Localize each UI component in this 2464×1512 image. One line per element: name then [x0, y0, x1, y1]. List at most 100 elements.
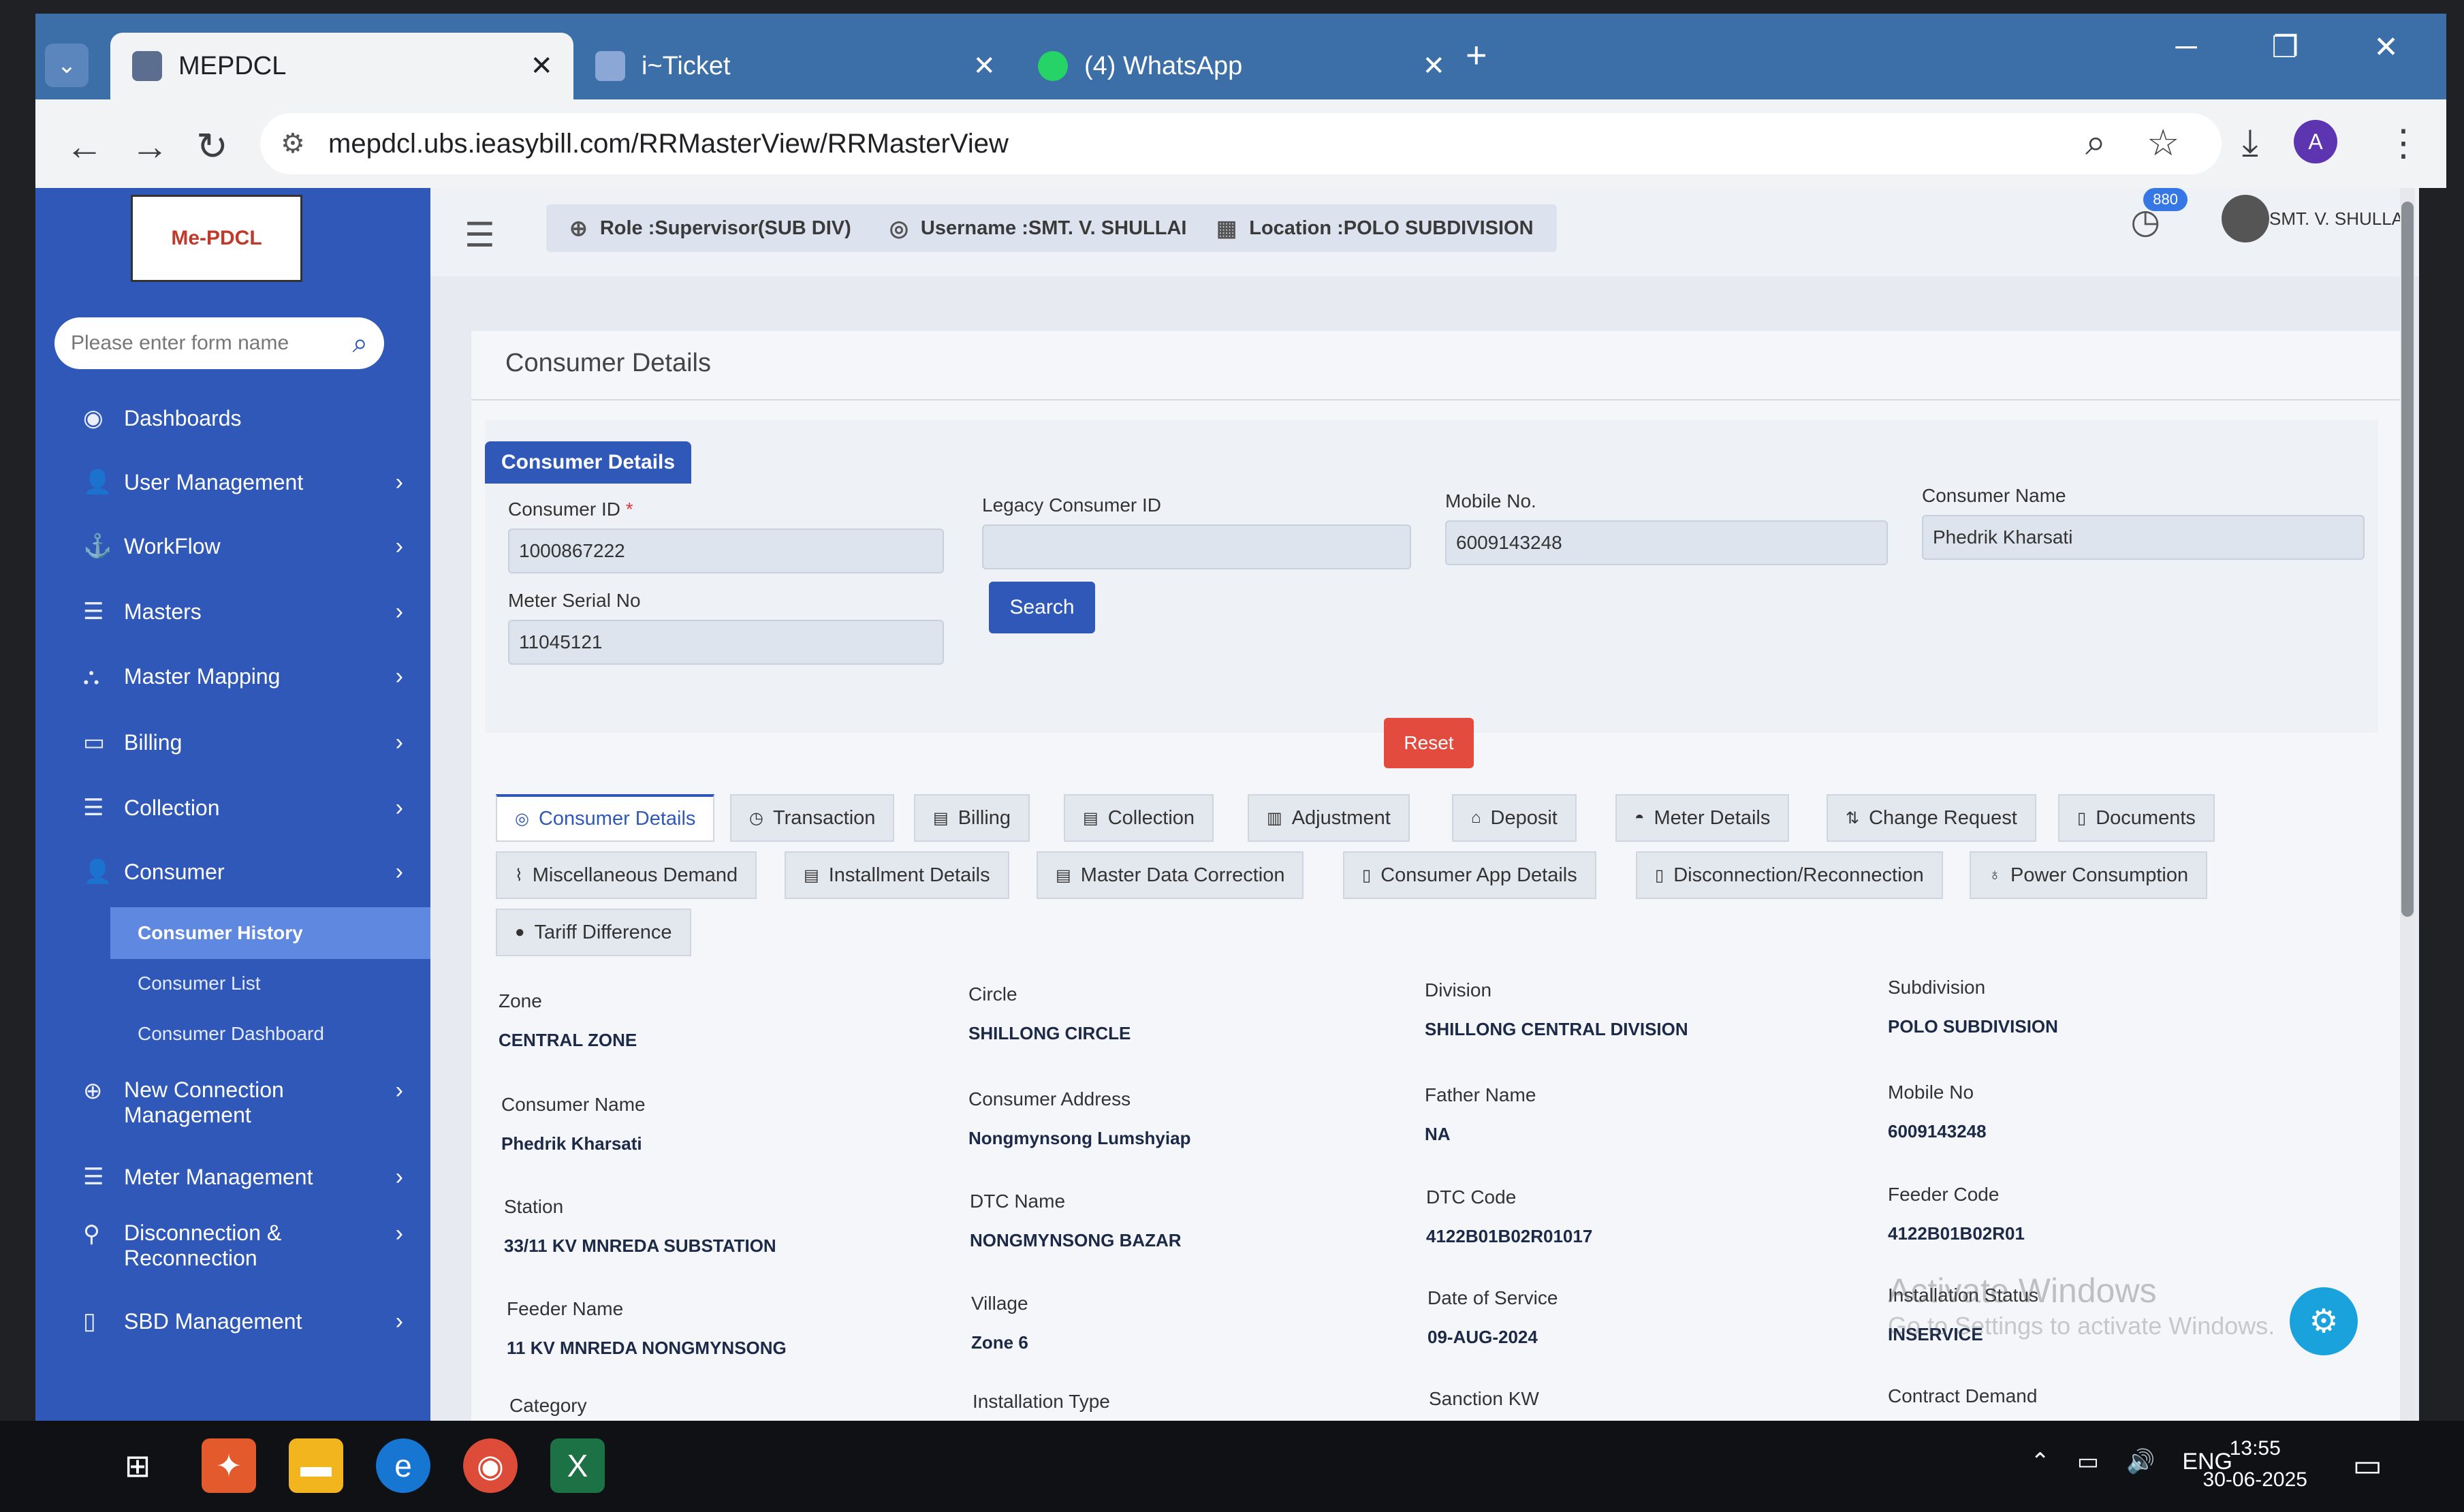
zoom-icon[interactable]: ⌕ — [2085, 121, 2106, 164]
tab-tariff-difference[interactable]: ● Tariff Difference — [496, 909, 691, 956]
clock-time: 13:55 — [2229, 1437, 2281, 1460]
hamburger-menu-icon[interactable]: ☰ — [464, 215, 495, 255]
sitemap-icon: ⛬ — [83, 663, 99, 689]
subdivision-label: Subdivision — [1888, 977, 1986, 998]
whatsapp-favicon-icon — [1038, 51, 1068, 81]
tab-mepdcl[interactable]: MEPDCL ✕ — [110, 33, 573, 99]
sidebar-item-new-connection[interactable]: ⊕ New Connection Management › — [83, 1077, 403, 1128]
reload-icon[interactable]: ↻ — [196, 124, 228, 169]
scrollbar-thumb[interactable] — [2401, 202, 2414, 917]
sidebar-item-dashboards[interactable]: ◉ Dashboards — [83, 405, 403, 432]
submenu-consumer-history[interactable]: Consumer History — [138, 922, 303, 944]
sidebar-item-label: Disconnection & Reconnection — [124, 1220, 282, 1270]
submenu-consumer-list[interactable]: Consumer List — [138, 973, 261, 994]
sidebar-item-collection[interactable]: ☰ Collection › — [83, 794, 403, 821]
tab-documents[interactable]: ▯ Documents — [2058, 794, 2215, 842]
close-tab-icon[interactable]: ✕ — [530, 50, 553, 82]
volume-icon[interactable]: 🔊 — [2126, 1448, 2155, 1475]
windows-start-icon[interactable]: ⊞ — [110, 1438, 165, 1493]
close-tab-icon[interactable]: ✕ — [973, 50, 996, 82]
bill-icon: ▤ — [933, 808, 949, 828]
tab-meter-details[interactable]: ◓ Meter Details — [1615, 794, 1790, 842]
app-header: ☰ ⊕ Role :Supervisor(SUB DIV) ◎ Username… — [430, 188, 2419, 277]
submenu-consumer-dashboard[interactable]: Consumer Dashboard — [138, 1023, 324, 1045]
close-tab-icon[interactable]: ✕ — [1422, 50, 1445, 82]
mobile-icon: ▯ — [83, 1308, 96, 1334]
tab-master-data-correction[interactable]: ▤ Master Data Correction — [1037, 851, 1304, 899]
consumer-name-detail-label: Consumer Name — [501, 1094, 646, 1115]
sidebar-item-label: Collection — [124, 795, 220, 820]
tab-collection[interactable]: ▤ Collection — [1064, 794, 1214, 842]
user-avatar[interactable] — [2222, 195, 2269, 242]
tab-iticket[interactable]: i~Ticket ✕ — [573, 33, 1016, 99]
reset-button[interactable]: Reset — [1384, 718, 1474, 768]
tab-installment-details[interactable]: ▤ Installment Details — [785, 851, 1009, 899]
meter-serial-field[interactable]: 11045121 — [508, 620, 944, 665]
tab-transaction[interactable]: ◷ Transaction — [730, 794, 895, 842]
search-button[interactable]: Search — [989, 582, 1095, 633]
page-scrollbar[interactable] — [2400, 188, 2415, 1421]
file-explorer-icon[interactable]: ▬ — [289, 1438, 343, 1493]
forward-icon[interactable]: → — [131, 124, 169, 168]
tab-consumer-app-details[interactable]: ▯ Consumer App Details — [1343, 851, 1596, 899]
system-tray: ⌃ ▭ 🔊 ENG — [2030, 1448, 2232, 1475]
clock[interactable]: 13:55 30-06-2025 — [2203, 1433, 2307, 1496]
sidebar-item-sbd-management[interactable]: ▯ SBD Management › — [83, 1308, 403, 1335]
chevron-up-icon[interactable]: ⌃ — [2030, 1448, 2050, 1475]
tab-miscellaneous-demand[interactable]: ⌇ Miscellaneous Demand — [496, 851, 757, 899]
tab-whatsapp[interactable]: (4) WhatsApp ✕ — [1016, 33, 1466, 99]
minimize-icon[interactable]: ─ — [2175, 30, 2196, 65]
consumer-name-detail-value: Phedrik Kharsati — [501, 1133, 642, 1154]
site-info-icon[interactable]: ⚙ — [281, 128, 305, 159]
search-icon[interactable]: ⌕ — [353, 328, 368, 359]
consumer-id-field[interactable]: 1000867222 — [508, 529, 944, 573]
chevron-right-icon: › — [395, 1163, 403, 1190]
tab-power-consumption[interactable]: ♁ Power Consumption — [1970, 851, 2208, 899]
sidebar-item-consumer[interactable]: 👤 Consumer › — [83, 858, 403, 885]
browser-menu-icon[interactable]: ⋮ — [2385, 121, 2422, 164]
network-icon[interactable]: ▭ — [2077, 1448, 2099, 1475]
back-icon[interactable]: ← — [65, 124, 104, 168]
receipt-icon: ▤ — [804, 866, 819, 885]
tab-consumer-details[interactable]: ◎ Consumer Details — [496, 794, 715, 842]
sidebar-item-workflow[interactable]: ⚓ WorkFlow › — [83, 533, 403, 560]
settings-fab-button[interactable]: ⚙ — [2290, 1287, 2358, 1355]
sidebar-item-disconnection[interactable]: ⚲ Disconnection & Reconnection › — [83, 1220, 403, 1271]
edge-icon[interactable]: e — [376, 1438, 430, 1493]
tab-deposit[interactable]: ⌂ Deposit — [1452, 794, 1577, 842]
close-window-icon[interactable]: ✕ — [2373, 30, 2399, 65]
tab-adjustment[interactable]: ▥ Adjustment — [1248, 794, 1410, 842]
restore-icon[interactable]: ❐ — [2272, 30, 2299, 65]
sidebar-item-label: Dashboards — [124, 405, 242, 430]
chevron-right-icon: › — [395, 1077, 403, 1103]
bookmark-star-icon[interactable]: ☆ — [2147, 121, 2179, 164]
info-icon: ◎ — [515, 809, 529, 828]
tab-change-request[interactable]: ⇅ Change Request — [1827, 794, 2036, 842]
panel-tab-consumer-details[interactable]: Consumer Details — [485, 441, 692, 484]
notification-center-icon[interactable]: ▭ — [2353, 1447, 2382, 1483]
sidebar-item-user-management[interactable]: 👤 User Management › — [83, 469, 403, 496]
form-search-input[interactable]: Please enter form name ⌕ — [54, 317, 384, 369]
sidebar-item-billing[interactable]: ▭ Billing › — [83, 729, 403, 756]
tab-disconnection-reconnection[interactable]: ▯ Disconnection/Reconnection — [1636, 851, 1943, 899]
sidebar-item-masters[interactable]: ☰ Masters › — [83, 598, 403, 625]
url-field[interactable]: ⚙ mepdcl.ubs.ieasybill.com/RRMasterView/… — [260, 113, 2222, 174]
profile-avatar[interactable]: A — [2294, 120, 2337, 163]
header-user-name[interactable]: SMT. V. SHULLAI — [2269, 208, 2419, 230]
father-name-label: Father Name — [1425, 1084, 1536, 1105]
division-label: Division — [1425, 979, 1492, 1001]
download-icon[interactable]: ⤓ — [2242, 121, 2258, 164]
consumer-name-field[interactable]: Phedrik Kharsati — [1922, 515, 2365, 560]
chrome-icon[interactable]: ◉ — [463, 1438, 518, 1493]
mobile-label: Mobile No. — [1445, 490, 1536, 511]
tab-search-icon[interactable]: ⌄ — [45, 44, 89, 87]
copilot-icon[interactable]: ✦ — [202, 1438, 256, 1493]
sidebar-item-master-mapping[interactable]: ⛬ Master Mapping › — [83, 663, 403, 690]
new-tab-button[interactable]: + — [1466, 34, 1487, 76]
mobile-field[interactable]: 6009143248 — [1445, 520, 1888, 565]
tab-billing[interactable]: ▤ Billing — [914, 794, 1030, 842]
sidebar-item-meter-management[interactable]: ☰ Meter Management › — [83, 1163, 403, 1191]
excel-icon[interactable]: X — [550, 1438, 605, 1493]
village-label: Village — [971, 1293, 1028, 1314]
legacy-id-field[interactable] — [982, 524, 1411, 569]
